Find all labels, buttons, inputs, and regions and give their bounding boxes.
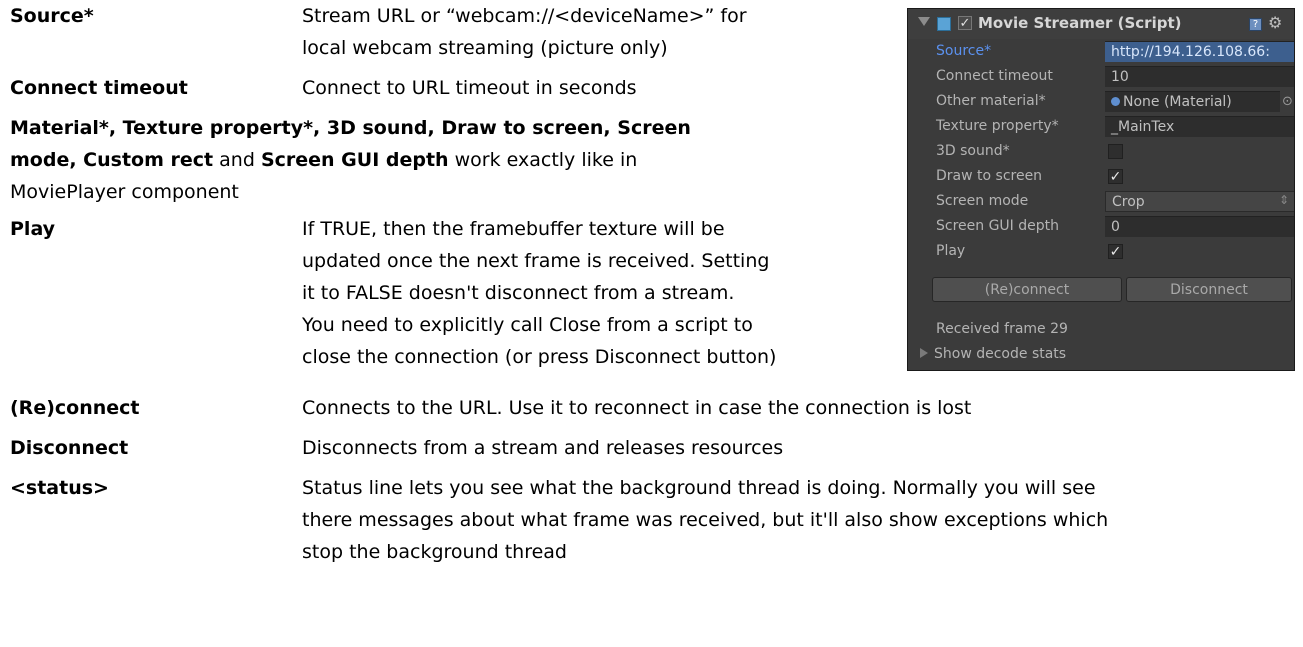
desc-status-line2: there messages about what frame was rece… <box>302 509 1109 531</box>
screen-mode-value: Crop <box>1112 194 1145 210</box>
desc-play-line1: If TRUE, then the framebuffer texture wi… <box>302 218 725 240</box>
3d-sound-checkbox[interactable] <box>1108 144 1123 159</box>
field-row-play: Play ✓ <box>908 239 1294 264</box>
reconnect-button[interactable]: (Re)connect <box>932 277 1122 302</box>
field-row-draw-to-screen: Draw to screen ✓ <box>908 164 1294 189</box>
component-enabled-checkbox[interactable]: ✓ <box>958 16 972 30</box>
texture-property-input[interactable]: _MainTex <box>1105 116 1294 137</box>
field-label-draw-to-screen: Draw to screen <box>936 168 1043 184</box>
desc-source-line2: local webcam streaming (picture only) <box>302 37 668 59</box>
desc-status-line3: stop the background thread <box>302 541 567 563</box>
field-row-connect-timeout: Connect timeout 10 <box>908 64 1294 89</box>
foldout-arrow-icon[interactable] <box>918 17 930 26</box>
other-material-value: None (Material) <box>1123 94 1232 110</box>
field-row-screen-gui-depth: Screen GUI depth 0 <box>908 214 1294 239</box>
shared-fields-rest: work exactly like in <box>448 149 638 171</box>
play-checkbox[interactable]: ✓ <box>1108 244 1123 259</box>
desc-play-line3: it to FALSE doesn't disconnect from a st… <box>302 282 735 304</box>
field-label-screen-mode: Screen mode <box>936 193 1029 209</box>
field-label-play: Play <box>936 243 966 259</box>
shared-fields-bold-2: mode, Custom rect <box>10 149 214 171</box>
component-title: Movie Streamer (Script) <box>978 14 1182 32</box>
draw-to-screen-checkbox[interactable]: ✓ <box>1108 169 1123 184</box>
term-connect-timeout: Connect timeout <box>10 77 188 99</box>
term-reconnect: (Re)connect <box>10 397 140 419</box>
term-status: <status> <box>10 477 109 499</box>
field-row-texture-property: Texture property* _MainTex <box>908 114 1294 139</box>
term-play: Play <box>10 218 56 240</box>
shared-fields-line3: MoviePlayer component <box>10 181 239 203</box>
dropdown-arrows-icon: ⇕ <box>1278 193 1289 207</box>
other-material-object-field[interactable]: None (Material) <box>1105 91 1280 112</box>
component-header: ✓ Movie Streamer (Script) ? ⚙ <box>908 9 1294 39</box>
desc-play-line4: You need to explicitly call Close from a… <box>302 314 753 336</box>
help-icon[interactable]: ? <box>1249 18 1262 31</box>
field-label-texture-property: Texture property* <box>936 118 1059 134</box>
desc-play-line5: close the connection (or press Disconnec… <box>302 346 777 368</box>
field-row-3d-sound: 3D sound* <box>908 139 1294 164</box>
object-picker-icon[interactable]: ⊙ <box>1282 94 1293 109</box>
term-source: Source* <box>10 5 94 27</box>
gear-icon[interactable]: ⚙ <box>1268 13 1282 32</box>
source-url-input[interactable]: http://194.126.108.66: <box>1105 41 1294 62</box>
screen-mode-dropdown[interactable]: Crop ⇕ <box>1105 191 1294 212</box>
field-label-connect-timeout: Connect timeout <box>936 68 1053 84</box>
field-label-screen-gui-depth: Screen GUI depth <box>936 218 1060 234</box>
status-line: Received frame 29 <box>936 321 1068 337</box>
disconnect-button[interactable]: Disconnect <box>1126 277 1292 302</box>
decode-stats-foldout[interactable]: Show decode stats <box>920 346 1066 362</box>
desc-status-line1: Status line lets you see what the backgr… <box>302 477 1096 499</box>
screen-gui-depth-input[interactable]: 0 <box>1105 216 1294 237</box>
field-row-source: Source* http://194.126.108.66: <box>908 39 1294 64</box>
desc-play-line2: updated once the next frame is received.… <box>302 250 770 272</box>
inspector-panel: ✓ Movie Streamer (Script) ? ⚙ Source* ht… <box>907 8 1295 371</box>
script-icon <box>937 17 951 31</box>
shared-fields-paragraph: Material*, Texture property*, 3D sound, … <box>10 112 870 208</box>
field-label-other-material: Other material* <box>936 93 1046 109</box>
desc-source-line1: Stream URL or “webcam://<deviceName>” fo… <box>302 5 747 27</box>
desc-disconnect: Disconnects from a stream and releases r… <box>302 437 784 459</box>
shared-fields-bold-3: Screen GUI depth <box>260 149 449 171</box>
field-label-3d-sound: 3D sound* <box>936 143 1010 159</box>
shared-fields-and: and <box>213 149 261 171</box>
field-label-source: Source* <box>936 43 992 59</box>
decode-stats-label: Show decode stats <box>934 346 1067 362</box>
connect-timeout-input[interactable]: 10 <box>1105 66 1294 87</box>
shared-fields-bold-1: Material*, Texture property*, 3D sound, … <box>10 117 691 139</box>
desc-reconnect: Connects to the URL. Use it to reconnect… <box>302 397 972 419</box>
material-icon <box>1111 97 1120 106</box>
foldout-arrow-icon <box>920 348 928 358</box>
term-disconnect: Disconnect <box>10 437 129 459</box>
desc-connect-timeout: Connect to URL timeout in seconds <box>302 77 637 99</box>
field-row-screen-mode: Screen mode Crop ⇕ <box>908 189 1294 214</box>
field-row-other-material: Other material* None (Material) ⊙ <box>908 89 1294 114</box>
